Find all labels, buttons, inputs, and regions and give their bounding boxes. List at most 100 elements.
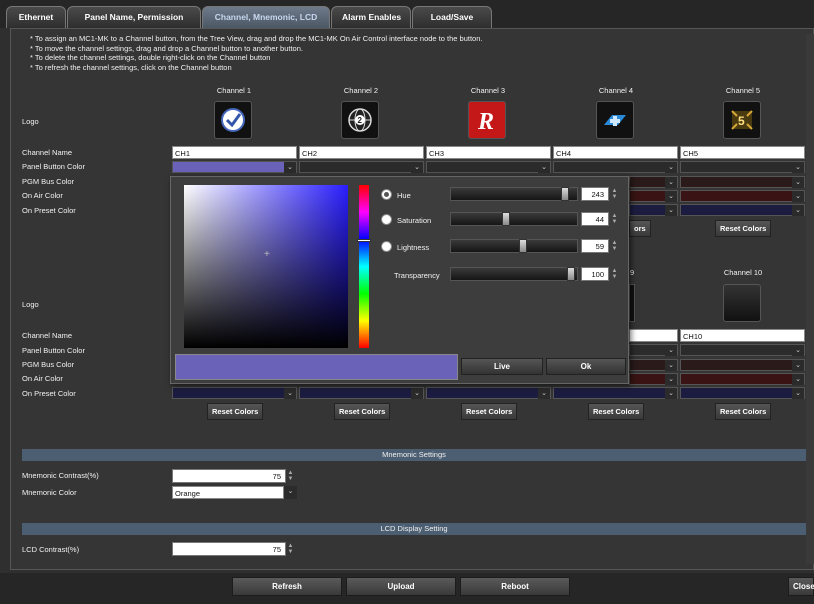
saturation-slider[interactable] bbox=[450, 212, 578, 226]
hue-radio[interactable] bbox=[381, 189, 392, 200]
on-air-color-select[interactable]: ⌄ bbox=[680, 190, 805, 202]
tab-channel-mnemonic-lcd[interactable]: Channel, Mnemonic, LCD bbox=[202, 6, 330, 28]
chevron-down-icon: ⌄ bbox=[538, 161, 550, 173]
chevron-down-icon[interactable]: ⌄ bbox=[284, 486, 297, 499]
channel-10-name-input[interactable]: CH10 bbox=[680, 329, 805, 342]
stepper-arrows-icon[interactable]: ▲ ▼ bbox=[611, 240, 618, 252]
transparency-value-input[interactable]: 100 bbox=[581, 267, 609, 281]
on-air-color-select[interactable]: ⌄ bbox=[629, 190, 678, 202]
hue-slider[interactable] bbox=[450, 187, 578, 201]
chevron-down-icon: ⌄ bbox=[411, 161, 423, 173]
reset-colors-button-ch8[interactable]: Reset Colors bbox=[461, 403, 518, 420]
pgm-bus-color-select[interactable]: ⌄ bbox=[629, 176, 678, 188]
channel-2-button[interactable]: 2 bbox=[341, 101, 379, 139]
lightness-slider[interactable] bbox=[450, 239, 578, 253]
panel-button-color-select[interactable]: ⌄ bbox=[629, 344, 678, 356]
reset-colors-button-ch6[interactable]: Reset Colors bbox=[207, 403, 264, 420]
lightness-slider-thumb[interactable] bbox=[519, 239, 528, 253]
vertical-scrollbar[interactable] bbox=[806, 34, 814, 564]
hue-value-input[interactable]: 243 bbox=[581, 187, 609, 201]
panel-button-color-select[interactable]: ⌄ bbox=[426, 161, 551, 173]
reboot-button[interactable]: Reboot bbox=[460, 577, 570, 596]
channel-10-button[interactable] bbox=[723, 284, 761, 322]
stepper-arrows-icon[interactable]: ▲ ▼ bbox=[611, 213, 618, 225]
on-preset-color-select[interactable]: ⌄ bbox=[680, 204, 805, 216]
reset-colors-button-ch4[interactable]: ors bbox=[629, 220, 651, 237]
mnemonic-color-select[interactable]: Orange bbox=[172, 486, 284, 499]
on-preset-color-select[interactable]: ⌄ bbox=[172, 387, 297, 399]
channel-3-name-input[interactable]: CH3 bbox=[426, 146, 551, 159]
panel-button-color-select[interactable]: ⌄ bbox=[553, 161, 678, 173]
panel-button-color-select[interactable]: ⌄ bbox=[299, 161, 424, 173]
on-preset-color-select[interactable]: ⌄ bbox=[553, 387, 678, 399]
instructions: * To assign an MC1-MK to a Channel butto… bbox=[30, 34, 482, 72]
hue-marker[interactable] bbox=[357, 239, 371, 242]
pgm-bus-color-select[interactable]: ⌄ bbox=[680, 359, 805, 371]
chevron-down-icon: ⌄ bbox=[665, 344, 677, 356]
stepper-arrows-icon[interactable]: ▲ ▼ bbox=[287, 470, 294, 482]
plus-blue-icon bbox=[604, 115, 626, 126]
stepper-arrows-icon[interactable]: ▲ ▼ bbox=[611, 268, 618, 280]
upload-button[interactable]: Upload bbox=[346, 577, 456, 596]
on-preset-color-select[interactable]: ⌄ bbox=[299, 387, 424, 399]
checkmark-clock-icon bbox=[221, 108, 245, 132]
close-button[interactable]: Close bbox=[788, 577, 814, 596]
channel-9-button[interactable] bbox=[629, 284, 635, 322]
channel-3-button[interactable]: R bbox=[468, 101, 506, 139]
saturation-slider-thumb[interactable] bbox=[502, 212, 511, 226]
globe-2-icon: 2 bbox=[348, 108, 372, 132]
hue-spectrum-bar[interactable] bbox=[357, 185, 371, 348]
stepper-arrows-icon[interactable]: ▲ ▼ bbox=[287, 543, 294, 555]
chevron-down-icon: ⌄ bbox=[792, 190, 804, 202]
on-air-color-label: On Air Color bbox=[22, 374, 63, 383]
saturation-radio[interactable] bbox=[381, 214, 392, 225]
on-preset-color-select[interactable]: ⌄ bbox=[629, 204, 678, 216]
tab-load-save[interactable]: Load/Save bbox=[412, 6, 492, 28]
channel-2-name-input[interactable]: CH2 bbox=[299, 146, 424, 159]
panel-button-color-select[interactable]: ⌄ bbox=[680, 161, 805, 173]
on-preset-color-select[interactable]: ⌄ bbox=[426, 387, 551, 399]
ok-button[interactable]: Ok bbox=[546, 358, 626, 375]
pgm-bus-color-select[interactable]: ⌄ bbox=[680, 176, 805, 188]
saturation-lightness-field[interactable]: + bbox=[184, 185, 348, 348]
tab-ethernet[interactable]: Ethernet bbox=[6, 6, 66, 28]
on-air-color-select[interactable]: ⌄ bbox=[629, 373, 678, 385]
chevron-down-icon: ⌄ bbox=[792, 344, 804, 356]
r-logo-icon: R bbox=[477, 109, 494, 133]
mnemonic-contrast-stepper[interactable]: 75 bbox=[172, 469, 286, 483]
refresh-button[interactable]: Refresh bbox=[232, 577, 342, 596]
pgm-bus-color-select[interactable]: ⌄ bbox=[629, 359, 678, 371]
reset-colors-button-ch5[interactable]: Reset Colors bbox=[715, 220, 772, 237]
lcd-contrast-stepper[interactable]: 75 bbox=[172, 542, 286, 556]
panel-button-color-select[interactable]: ⌄ bbox=[172, 161, 297, 173]
chevron-down-icon: ⌄ bbox=[792, 161, 804, 173]
reset-colors-button-ch10[interactable]: Reset Colors bbox=[715, 403, 772, 420]
tab-panel-name-permission[interactable]: Panel Name, Permission bbox=[67, 6, 201, 28]
live-button[interactable]: Live bbox=[461, 358, 543, 375]
tab-alarm-enables[interactable]: Alarm Enables bbox=[331, 6, 411, 28]
logo-label: Logo bbox=[22, 300, 39, 309]
reset-colors-button-ch7[interactable]: Reset Colors bbox=[334, 403, 391, 420]
channel-1-button[interactable] bbox=[214, 101, 252, 139]
channel-5-button[interactable]: 5 bbox=[723, 101, 761, 139]
five-gold-icon: 5 bbox=[731, 110, 753, 130]
on-preset-color-label: On Preset Color bbox=[22, 206, 76, 215]
channel-5-name-input[interactable]: CH5 bbox=[680, 146, 805, 159]
channel-4-name-input[interactable]: CH4 bbox=[553, 146, 678, 159]
panel-button-color-select[interactable]: ⌄ bbox=[680, 344, 805, 356]
channel-4-button[interactable] bbox=[596, 101, 634, 139]
lightness-value-input[interactable]: 59 bbox=[581, 239, 609, 253]
hue-slider-thumb[interactable] bbox=[561, 187, 570, 201]
saturation-value-input[interactable]: 44 bbox=[581, 212, 609, 226]
on-preset-color-select[interactable]: ⌄ bbox=[680, 387, 805, 399]
crosshair-icon: + bbox=[264, 249, 270, 260]
reset-colors-button-ch9[interactable]: Reset Colors bbox=[588, 403, 645, 420]
channel-9-name-input[interactable] bbox=[629, 329, 678, 342]
color-picker-popup: + Hue 243 ▲ ▼ Saturation 44 ▲ ▼ Lightness … bbox=[170, 176, 629, 384]
stepper-arrows-icon[interactable]: ▲ ▼ bbox=[611, 188, 618, 200]
lightness-radio[interactable] bbox=[381, 241, 392, 252]
on-air-color-select[interactable]: ⌄ bbox=[680, 373, 805, 385]
transparency-slider-thumb[interactable] bbox=[567, 267, 575, 281]
transparency-slider[interactable] bbox=[450, 267, 578, 281]
channel-1-name-input[interactable]: CH1 bbox=[172, 146, 297, 159]
